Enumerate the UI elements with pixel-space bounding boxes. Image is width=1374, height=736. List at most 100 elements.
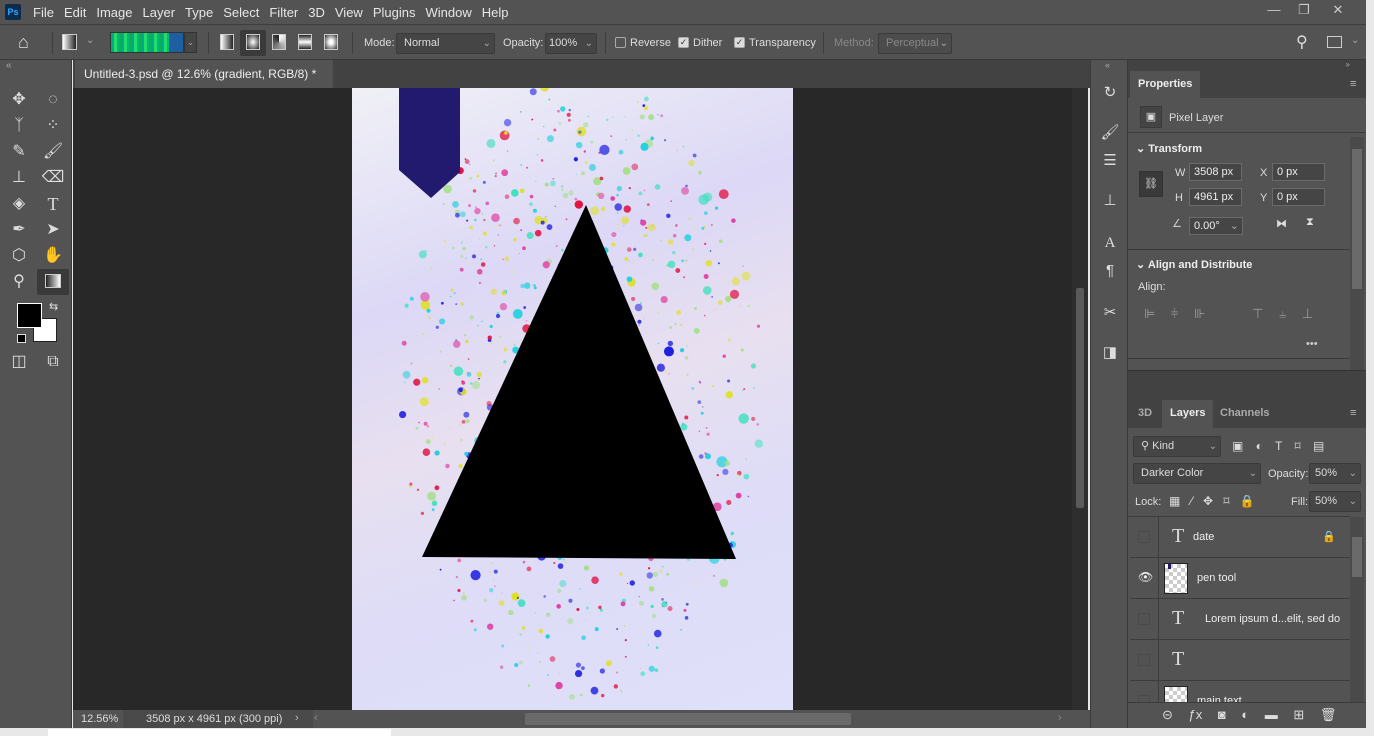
linear-gradient-button[interactable] — [220, 34, 234, 50]
paragraph-icon[interactable]: ¶ — [1099, 260, 1121, 282]
move-tool-icon[interactable]: ✥ — [6, 88, 32, 112]
scroll-left-icon[interactable]: ‹ — [314, 712, 318, 724]
angle-input[interactable]: 0.00° ⌄ — [1189, 217, 1243, 235]
dither-checkbox[interactable]: ✓ — [678, 37, 689, 48]
stamp-tool-icon[interactable]: ⊥ — [6, 166, 32, 190]
lock-icons[interactable]: ▦ ⁄ ✥ ⌑ 🔒 — [1169, 494, 1255, 508]
workspace-icon[interactable] — [1327, 36, 1342, 48]
tab-layers[interactable]: Layers — [1162, 400, 1214, 428]
y-input[interactable]: 0 px — [1272, 188, 1325, 206]
chevron-down-icon[interactable]: ⌄ — [86, 35, 94, 46]
quick-mask-icon[interactable]: ◫ — [6, 350, 32, 374]
layer-row[interactable]: T — [1130, 640, 1350, 681]
document-canvas[interactable] — [352, 88, 793, 710]
reverse-checkbox[interactable] — [615, 37, 626, 48]
scroll-thumb[interactable] — [1076, 288, 1084, 508]
quick-selection-tool-icon[interactable]: ⁘ — [40, 114, 66, 138]
eraser-tool-icon[interactable]: ⌫ — [40, 166, 66, 190]
brush-tool-icon[interactable]: 🖌 — [40, 140, 66, 164]
document-tab[interactable]: Untitled-3.psd @ 12.6% (gradient, RGB/8)… — [75, 60, 333, 109]
menu-plugins[interactable]: Plugins — [369, 5, 422, 20]
reflected-gradient-button[interactable] — [298, 34, 312, 50]
visibility-toggle[interactable]: 👁 — [1138, 570, 1153, 584]
height-input[interactable]: 4961 px — [1189, 188, 1242, 206]
gradient-tool-preset-icon[interactable] — [62, 34, 77, 50]
layers-menu-icon[interactable]: ≡ — [1350, 407, 1356, 419]
lasso-tool-icon[interactable]: ᛉ — [6, 114, 32, 138]
menu-help[interactable]: Help — [478, 5, 515, 20]
menu-file[interactable]: File — [29, 5, 60, 20]
layer-opacity-input[interactable]: 50% ⌄ — [1309, 463, 1361, 484]
more-options-button[interactable]: ••• — [1306, 338, 1318, 350]
type-tool-icon[interactable]: T — [40, 192, 66, 216]
gradient-dropdown[interactable]: ⌄ — [184, 32, 197, 53]
search-icon[interactable]: ⚲ — [1296, 32, 1308, 52]
vertical-scrollbar[interactable] — [1072, 88, 1088, 710]
clone-source-icon[interactable]: ⊥ — [1099, 190, 1121, 212]
flip-horizontal-icon[interactable]: ⧓ — [1276, 217, 1287, 230]
layer-row[interactable]: Tdate 🔒 — [1130, 517, 1350, 558]
link-dimensions-icon[interactable]: ⛓ — [1139, 171, 1163, 197]
menu-view[interactable]: View — [331, 5, 369, 20]
diamond-gradient-button[interactable] — [324, 34, 338, 50]
screen-mode-icon[interactable]: ⧉ — [40, 350, 66, 374]
collapse-toolbox-icon[interactable]: « — [6, 60, 12, 71]
paint-bucket-tool-icon[interactable]: ◈ — [6, 192, 32, 216]
menu-select[interactable]: Select — [219, 5, 265, 20]
canvas-area[interactable] — [73, 88, 1072, 710]
menu-layer[interactable]: Layer — [139, 5, 182, 20]
fill-input[interactable]: 50% ⌄ — [1309, 491, 1361, 512]
layers-scrollbar[interactable] — [1350, 517, 1364, 702]
menu-filter[interactable]: Filter — [265, 5, 304, 20]
brush-settings-icon[interactable]: 🖌 — [1099, 122, 1121, 144]
minimize-button[interactable]: — — [1258, 0, 1290, 20]
history-icon[interactable]: ↻ — [1099, 82, 1121, 104]
visibility-toggle[interactable] — [1138, 654, 1150, 666]
document-info[interactable]: 3508 px x 4961 px (300 ppi) — [146, 713, 282, 725]
tab-channels[interactable]: Channels — [1212, 400, 1278, 426]
gradient-tool-button[interactable] — [37, 269, 69, 295]
blend-mode-dropdown[interactable]: Darker Color ⌄ — [1133, 463, 1261, 484]
opacity-input[interactable]: 100% ⌄ — [545, 33, 597, 54]
transform-section-header[interactable]: ⌄ Transform — [1136, 142, 1202, 155]
close-button[interactable]: ✕ — [1322, 0, 1354, 20]
layer-row[interactable]: T Lorem ipsum d...elit, sed do — [1130, 599, 1350, 640]
swap-colors-icon[interactable]: ⇆ — [49, 300, 58, 313]
restore-button[interactable]: ❐ — [1288, 0, 1320, 20]
hand-tool-icon[interactable]: ✋ — [40, 244, 66, 268]
home-icon[interactable]: ⌂ — [18, 32, 29, 53]
panel-menu-icon[interactable]: ≡ — [1350, 78, 1356, 90]
mode-dropdown[interactable]: Normal ⌄ — [396, 33, 495, 54]
transparency-checkbox[interactable]: ✓ — [734, 37, 745, 48]
layer-filter-dropdown[interactable]: ⚲ Kind ⌄ — [1133, 436, 1221, 457]
tab-properties[interactable]: Properties — [1130, 71, 1201, 99]
method-dropdown[interactable]: Perceptual ⌄ — [878, 33, 952, 54]
zoom-level[interactable]: 12.56% — [81, 713, 118, 725]
marquee-tool-icon[interactable]: ◌ — [40, 88, 66, 112]
menu-window[interactable]: Window — [421, 5, 477, 20]
zoom-tool-icon[interactable]: ⚲ — [6, 270, 32, 294]
angle-gradient-button[interactable] — [272, 34, 286, 50]
x-input[interactable]: 0 px — [1272, 163, 1325, 181]
layers-footer[interactable]: ⊝ ƒx ◙ ◐ ▬ ⊞ 🗑 — [1128, 702, 1366, 728]
layer-row[interactable]: 👁 pen tool — [1130, 558, 1350, 599]
menu-type[interactable]: Type — [181, 5, 219, 20]
align-section-header[interactable]: ⌄ Align and Distribute — [1136, 258, 1252, 271]
scroll-right-icon[interactable]: › — [1058, 712, 1062, 724]
visibility-toggle[interactable] — [1138, 613, 1150, 625]
default-colors-icon[interactable] — [17, 334, 26, 343]
visibility-toggle[interactable] — [1138, 531, 1150, 543]
visibility-toggle[interactable] — [1138, 695, 1150, 702]
filter-icons[interactable]: ▣ ◐ T ⌑ ▤ — [1232, 439, 1324, 453]
properties-scrollbar[interactable] — [1350, 137, 1364, 370]
menu-image[interactable]: Image — [92, 5, 138, 20]
properties-icon[interactable]: ◨ — [1099, 342, 1121, 364]
width-input[interactable]: 3508 px — [1189, 163, 1242, 181]
character-icon[interactable]: A — [1099, 232, 1121, 254]
foreground-color-swatch[interactable] — [17, 303, 42, 328]
pen-tool-icon[interactable]: ✒ — [6, 218, 32, 242]
tab-3d[interactable]: 3D — [1130, 400, 1160, 426]
horizontal-scroll-thumb[interactable] — [525, 713, 851, 725]
layer-row[interactable]: main text — [1130, 681, 1350, 702]
eyedropper-tool-icon[interactable]: ✎ — [6, 140, 32, 164]
